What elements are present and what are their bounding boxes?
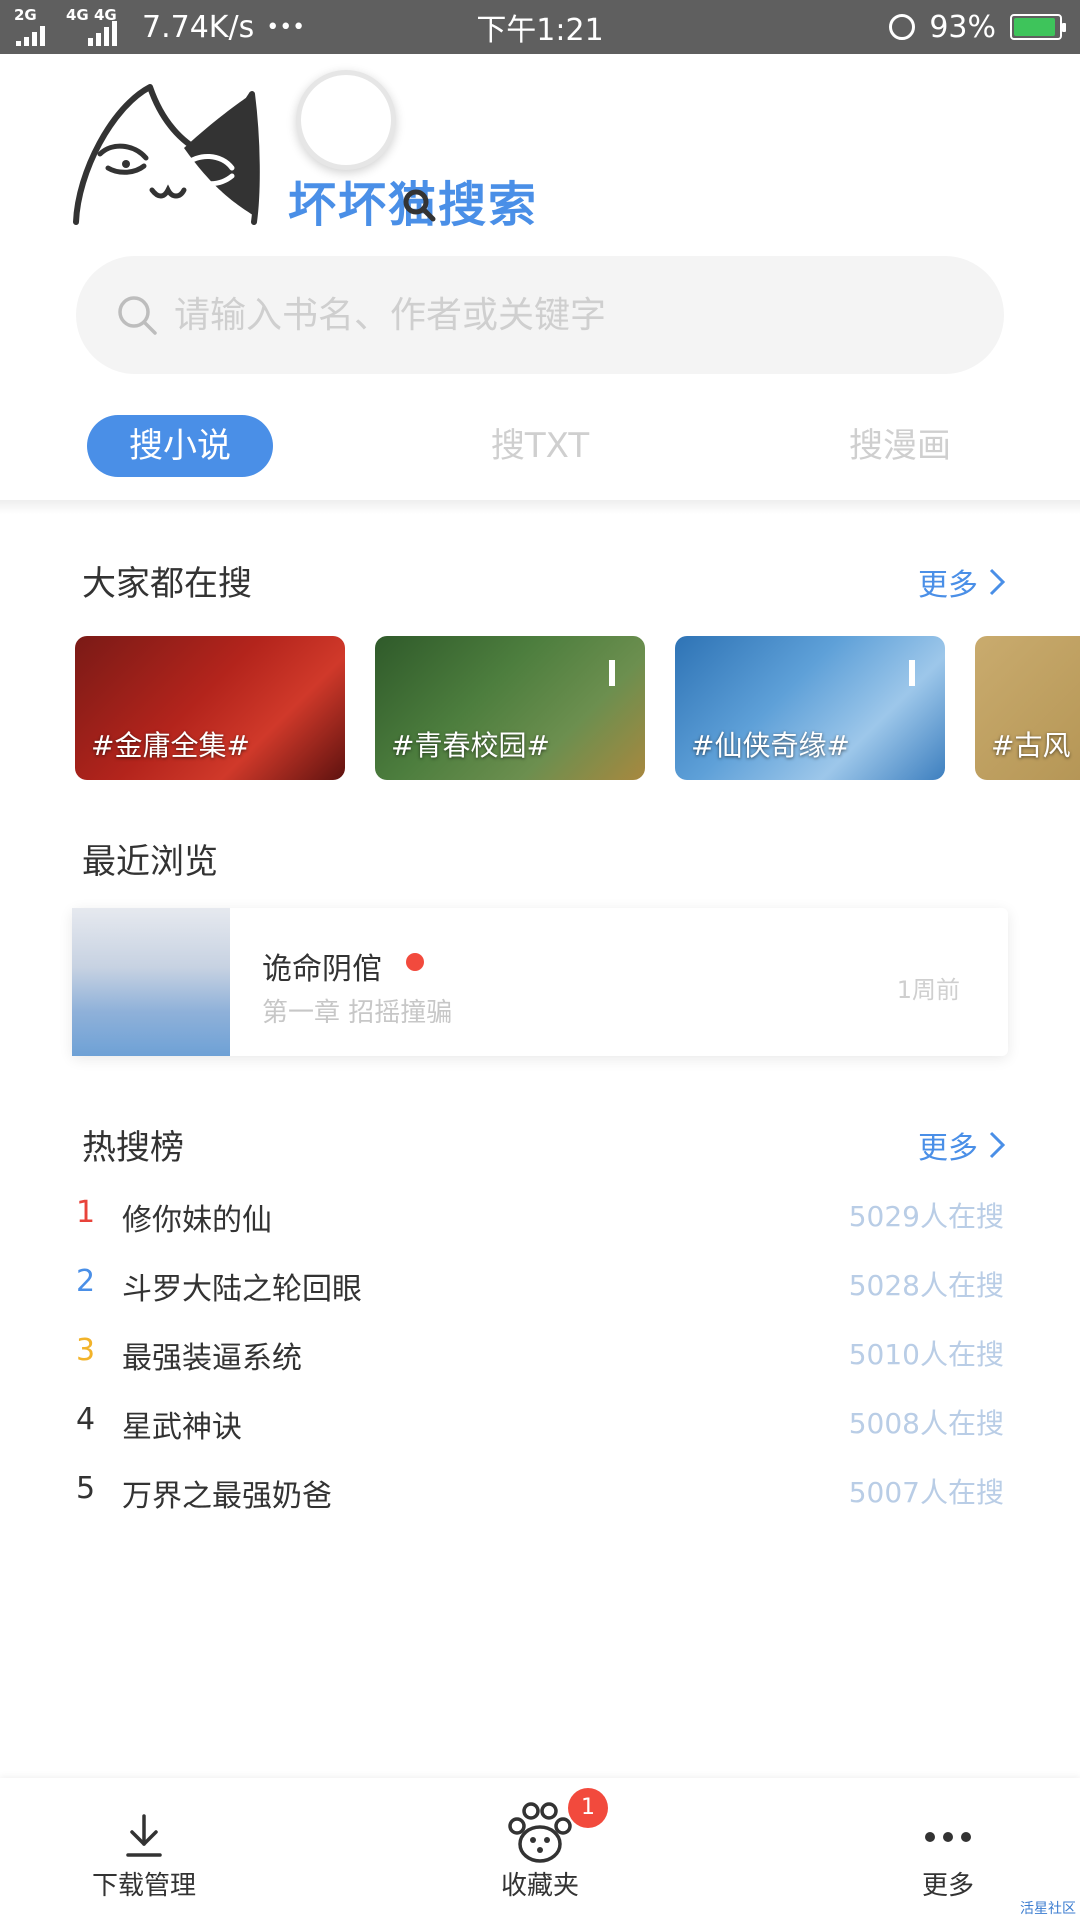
book-title: 诡命阴倌 [262,952,382,987]
hot-book-name: 最强装逼系统 [122,1341,302,1376]
hot-list-item[interactable]: 1 修你妹的仙 5029人在搜 [0,1195,1080,1247]
hot-list-item[interactable]: 5 万界之最强奶爸 5007人在搜 [0,1471,1080,1523]
popular-more-label: 更多 [918,568,978,603]
battery-percent: 93% [929,9,996,45]
nav-favorites-label: 收藏夹 [500,1871,579,1901]
search-bar[interactable] [76,256,1004,374]
logo-ring [296,70,396,170]
section-divider [0,500,1080,514]
tab-txt[interactable]: 搜TXT [440,415,640,477]
tab-novel[interactable]: 搜小说 [87,415,273,477]
hot-more-link[interactable]: 更多 [918,1123,1006,1167]
signal-icon-4g: 4G 4G [66,8,130,46]
hot-book-name: 星武神诀 [122,1410,242,1445]
topic-card[interactable]: #青春校园# [375,636,645,780]
card-marker [909,660,915,686]
chevron-right-icon [989,568,1006,596]
topic-label: #古风 [991,729,1071,762]
paw-icon [508,1802,572,1863]
hot-rank: 4 [76,1402,96,1437]
cat-logo-icon [73,84,260,225]
card-marker [609,660,615,686]
hot-rank: 5 [76,1471,96,1506]
nav-download[interactable]: 下载管理 [44,1778,244,1920]
magnifier-icon [403,189,436,222]
alarm-icon [889,14,916,40]
popular-title: 大家都在搜 [82,564,252,604]
hot-list-item[interactable]: 2 斗罗大陆之轮回眼 5028人在搜 [0,1264,1080,1316]
hot-search-count: 5010人在搜 [848,1338,1004,1371]
book-cover [72,908,230,1056]
topic-card[interactable]: #金庸全集# [75,636,345,780]
status-left: 2G 4G 4G 7.74K/s ••• [14,8,305,46]
watermark: 活星社区 [1020,1901,1076,1917]
hot-search-count: 5008人在搜 [848,1407,1004,1440]
network-type-2g: 2G [14,6,37,24]
status-right: 93% [889,9,1066,45]
battery-icon [1010,14,1066,40]
recent-book-item[interactable]: 诡命阴倌 第一章 招摇撞骗 1周前 [72,908,1008,1056]
hot-book-name: 万界之最强奶爸 [122,1479,332,1514]
bottom-nav: 下载管理 收藏夹 1 更多 活星社区 [0,1778,1080,1920]
nav-download-label: 下载管理 [91,1871,196,1901]
more-dots-icon [925,1832,971,1842]
topic-card[interactable]: #仙侠奇缘# [675,636,945,780]
hot-search-count: 5028人在搜 [848,1269,1004,1302]
search-input[interactable] [172,293,936,337]
hot-more-label: 更多 [918,1131,978,1166]
nav-favorites[interactable]: 收藏夹 [440,1778,640,1920]
hot-list-item[interactable]: 4 星武神诀 5008人在搜 [0,1402,1080,1454]
hot-search-count: 5029人在搜 [848,1200,1004,1233]
nav-more[interactable]: 更多 [848,1778,1048,1920]
hot-book-name: 修你妹的仙 [122,1203,272,1238]
hot-rank: 1 [76,1195,96,1230]
hot-list-item[interactable]: 3 最强装逼系统 5010人在搜 [0,1333,1080,1385]
topic-label: #青春校园# [391,729,550,762]
recent-title: 最近浏览 [82,842,218,882]
search-icon [118,296,157,335]
topic-card[interactable]: #古风 [975,636,1080,780]
hot-title: 热搜榜 [82,1128,184,1168]
nav-more-label: 更多 [921,1871,974,1901]
unread-dot [406,953,424,971]
hot-search-count: 5007人在搜 [848,1476,1004,1509]
signal-icon-2g: 2G [14,8,54,46]
favorites-badge: 1 [568,1788,608,1828]
topic-carousel[interactable]: #金庸全集# #青春校园# #仙侠奇缘# #古风 [75,636,1080,780]
search-type-tabs: 搜小说 搜TXT 搜漫画 [0,415,1080,477]
battery-fill [1014,18,1055,36]
download-icon [126,1814,162,1857]
hot-rank: 2 [76,1264,96,1299]
tab-comic[interactable]: 搜漫画 [800,415,1000,477]
chevron-right-icon [989,1131,1006,1159]
hot-book-name: 斗罗大陆之轮回眼 [122,1272,362,1307]
book-chapter: 第一章 招摇撞骗 [262,998,453,1028]
more-notifications-icon: ••• [266,14,306,40]
topic-label: #金庸全集# [91,729,250,762]
hot-rank: 3 [76,1333,96,1368]
network-speed: 7.74K/s [142,9,255,45]
topic-label: #仙侠奇缘# [691,729,850,762]
status-bar: 2G 4G 4G 7.74K/s ••• 下午1:21 93% [0,0,1080,54]
popular-more-link[interactable]: 更多 [918,560,1006,604]
last-read-time: 1周前 [896,976,960,1004]
